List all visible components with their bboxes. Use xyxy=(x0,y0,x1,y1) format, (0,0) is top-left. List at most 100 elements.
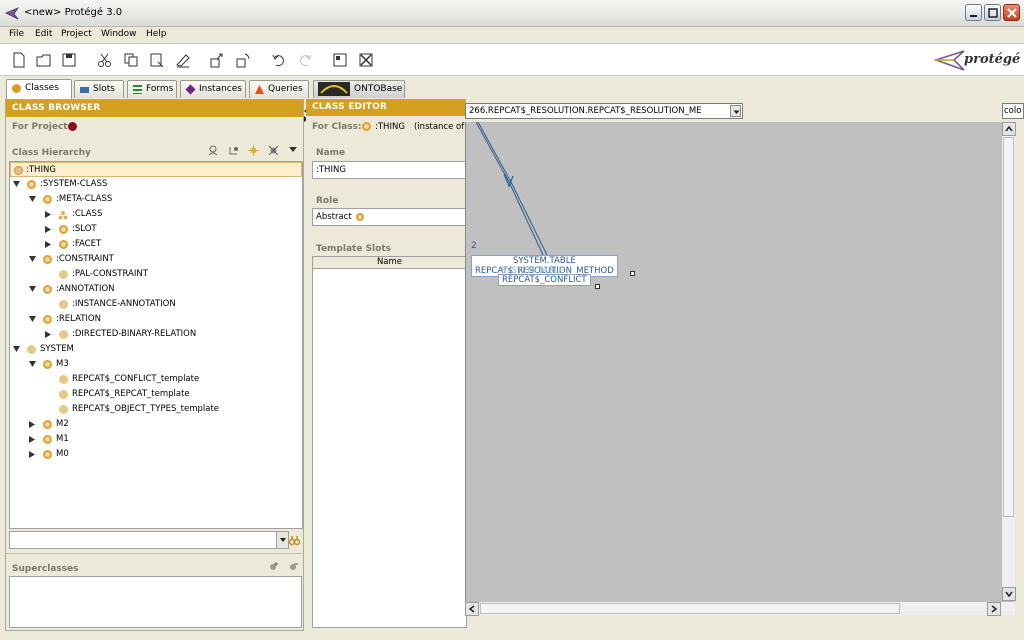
copy-icon[interactable] xyxy=(122,51,140,69)
expanded-arrow-icon[interactable] xyxy=(29,316,36,323)
tree-item[interactable]: :THING xyxy=(10,162,302,177)
diagram-node-conflict[interactable]: REPCAT$_CONFLICT xyxy=(498,274,591,286)
expanded-arrow-icon[interactable] xyxy=(29,256,36,263)
collapsed-arrow-icon[interactable] xyxy=(45,241,52,248)
protege-logo-text: protégé xyxy=(964,52,1021,67)
paste-icon[interactable] xyxy=(148,51,166,69)
maximize-button[interactable] xyxy=(984,4,1001,21)
diagram-edges xyxy=(475,122,549,258)
expanded-arrow-icon[interactable] xyxy=(13,346,20,353)
node-schema-label: SYSTEM.TABLE xyxy=(512,256,576,266)
close-button[interactable] xyxy=(1003,4,1020,21)
tree-item-label: :FACET xyxy=(72,239,102,249)
tree-item-label: :INSTANCE-ANNOTATION xyxy=(72,299,176,309)
menu-edit[interactable]: Edit xyxy=(35,29,52,39)
metaclass-icon xyxy=(43,255,52,264)
menu-file[interactable]: File xyxy=(9,29,24,39)
expanded-arrow-icon[interactable] xyxy=(13,181,20,188)
open-project-icon[interactable] xyxy=(35,51,53,69)
insert-slot-icon[interactable] xyxy=(234,51,252,69)
superclasses-list[interactable] xyxy=(9,576,302,628)
tab-forms[interactable]: Forms xyxy=(127,80,177,98)
cut-icon[interactable] xyxy=(96,51,114,69)
metaclass-icon xyxy=(43,360,52,369)
hierarchy-menu-icon[interactable] xyxy=(289,147,297,153)
tab-instances-label: Instances xyxy=(199,84,242,94)
add-superclass-icon[interactable] xyxy=(268,561,279,572)
new-project-icon[interactable] xyxy=(10,51,28,69)
create-class-icon[interactable] xyxy=(248,145,259,156)
menu-help[interactable]: Help xyxy=(146,29,167,39)
class-browser-panel: CLASS BROWSER For Project: Class Hierarc… xyxy=(5,99,304,631)
collapsed-arrow-icon[interactable] xyxy=(29,436,36,443)
expanded-arrow-icon[interactable] xyxy=(29,361,36,368)
collapsed-arrow-icon[interactable] xyxy=(29,451,36,458)
insert-class-icon[interactable] xyxy=(208,51,226,69)
expanded-arrow-icon[interactable] xyxy=(29,196,36,203)
scroll-thumb[interactable] xyxy=(1003,137,1014,517)
scroll-down-button[interactable] xyxy=(1002,587,1016,601)
metaclass-icon xyxy=(27,180,36,189)
create-subclass-icon[interactable] xyxy=(228,145,239,156)
edge-label: 2 xyxy=(471,241,477,251)
color-combo[interactable]: colo xyxy=(1002,103,1024,119)
tab-ontobase[interactable]: ONTOBase xyxy=(313,80,405,98)
tab-queries[interactable]: Queries xyxy=(249,80,309,98)
view-references-icon[interactable] xyxy=(208,145,219,156)
collapsed-arrow-icon[interactable] xyxy=(45,331,52,338)
expanded-arrow-icon[interactable] xyxy=(29,286,36,293)
collapsed-arrow-icon[interactable] xyxy=(45,226,52,233)
scroll-right-button[interactable] xyxy=(987,602,1001,616)
chevron-down-icon xyxy=(733,110,740,114)
column-header-name[interactable]: Name xyxy=(313,257,466,269)
tree-item-label: :DIRECTED-BINARY-RELATION xyxy=(72,329,197,339)
remove-superclass-icon[interactable] xyxy=(288,561,299,572)
tab-queries-label: Queries xyxy=(268,84,303,94)
class-icon xyxy=(59,375,68,384)
delete-class-icon[interactable] xyxy=(268,145,279,156)
tree-item-label: M1 xyxy=(56,434,69,444)
resize-handle[interactable] xyxy=(595,284,600,289)
scroll-thumb[interactable] xyxy=(480,603,900,614)
name-field[interactable]: :THING xyxy=(312,161,467,179)
scroll-left-button[interactable] xyxy=(465,602,479,616)
tab-classes[interactable]: Classes xyxy=(6,79,72,99)
maximize-icon xyxy=(988,8,998,18)
form-icon xyxy=(133,85,142,94)
diagram-canvas[interactable]: 2 SYSTEM.TABLE REPCAT$_RESOLUTION_METHOD… xyxy=(465,122,1001,601)
menu-window[interactable]: Window xyxy=(101,29,137,39)
collapsed-arrow-icon[interactable] xyxy=(45,211,52,218)
tree-item-label: :THING xyxy=(26,165,56,175)
diagram-table-combo[interactable]: 266.REPCAT$_RESOLUTION.REPCAT$_RESOLUTIO… xyxy=(465,103,743,119)
role-select[interactable]: Abstract xyxy=(312,208,467,226)
configure-icon[interactable] xyxy=(331,51,349,69)
class-icon xyxy=(59,270,68,279)
ontobase-icon xyxy=(318,82,350,96)
redo-icon[interactable] xyxy=(296,51,314,69)
resize-handle[interactable] xyxy=(630,271,635,276)
menu-project[interactable]: Project xyxy=(61,29,92,39)
tab-slots[interactable]: Slots xyxy=(74,80,124,98)
tree-item-label: REPCAT$_REPCAT_template xyxy=(72,389,190,399)
template-slots-table[interactable]: Name xyxy=(312,256,467,628)
vertical-scrollbar[interactable] xyxy=(1001,122,1016,601)
clear-icon[interactable] xyxy=(174,51,192,69)
tree-item-label: :ANNOTATION xyxy=(56,284,115,294)
dropdown-button[interactable] xyxy=(730,105,741,117)
splitter[interactable] xyxy=(6,553,303,556)
find-icon[interactable] xyxy=(289,535,300,546)
dropdown-button[interactable] xyxy=(276,532,288,548)
undo-icon[interactable] xyxy=(270,51,288,69)
metaclass-icon xyxy=(43,315,52,324)
scroll-up-button[interactable] xyxy=(1002,122,1016,136)
tree-item-label: :PAL-CONSTRAINT xyxy=(72,269,148,279)
minimize-button[interactable] xyxy=(965,4,982,21)
class-search-combo[interactable] xyxy=(9,531,289,549)
tab-instances[interactable]: Instances xyxy=(180,80,246,98)
save-project-icon[interactable] xyxy=(60,51,78,69)
horizontal-scrollbar[interactable] xyxy=(465,601,1015,616)
metaclass-icon xyxy=(43,420,52,429)
ontobase-diagram-window: 266.REPCAT$_RESOLUTION.REPCAT$_RESOLUTIO… xyxy=(465,103,1024,628)
collapsed-arrow-icon[interactable] xyxy=(29,421,36,428)
delete-frame-icon[interactable] xyxy=(357,51,375,69)
